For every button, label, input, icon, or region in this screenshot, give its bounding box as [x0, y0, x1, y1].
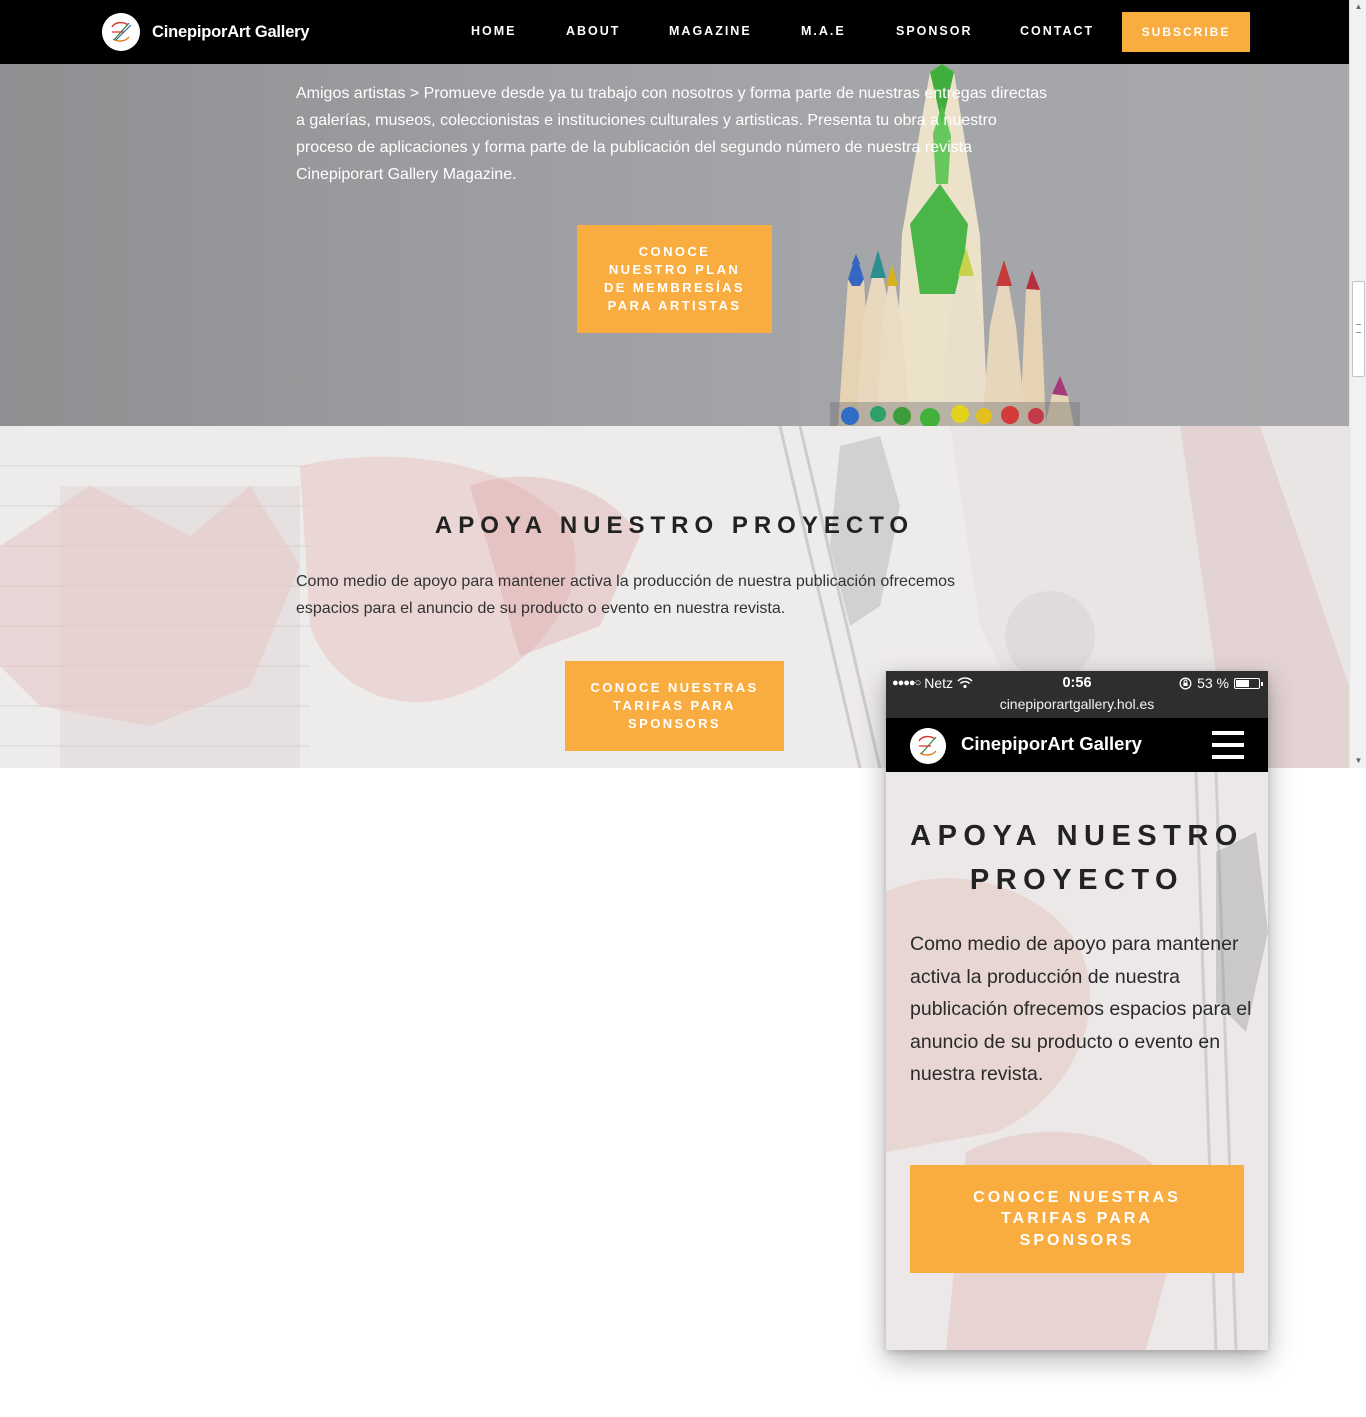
phone-status-bar: ●●●●○ Netz 0:56 53 % cinepiporartgallery…	[886, 671, 1268, 718]
phone-url-bar[interactable]: cinepiporartgallery.hol.es	[886, 696, 1268, 712]
scrollbar-thumb[interactable]	[1352, 281, 1365, 377]
membership-plan-button[interactable]: CONOCE NUESTRO PLAN DE MEMBRESÍAS PARA A…	[577, 225, 772, 333]
palette-logo-icon	[102, 13, 140, 51]
orientation-lock-icon	[1179, 677, 1192, 689]
sponsor-rates-button[interactable]: CONOCE NUESTRAS TARIFAS PARA SPONSORS	[565, 661, 784, 751]
scroll-up-arrow-icon[interactable]: ▲	[1350, 0, 1366, 14]
nav-home-link[interactable]: HOME	[471, 24, 517, 38]
phone-section-title: APOYA NUESTRO PROYECTO	[910, 820, 1244, 896]
support-section-title: APOYA NUESTRO PROYECTO	[434, 512, 915, 539]
hamburger-menu-icon[interactable]	[1212, 731, 1244, 759]
mobile-preview-mockup: ●●●●○ Netz 0:56 53 % cinepiporartgallery…	[886, 671, 1268, 1350]
palette-logo-icon[interactable]	[910, 728, 946, 764]
top-navigation-bar: CinepiporArt Gallery HOME ABOUT MAGAZINE…	[0, 0, 1349, 64]
scroll-down-arrow-icon[interactable]: ▼	[1350, 754, 1366, 768]
battery-status: 53 %	[1179, 675, 1263, 691]
support-description-text: Como medio de apoyo para mantener activa…	[296, 573, 956, 617]
phone-description-text: Como medio de apoyo para mantener activa…	[910, 933, 1252, 1085]
nav-contact-link[interactable]: CONTACT	[1020, 24, 1094, 38]
nav-mae-link[interactable]: M.A.E	[801, 24, 846, 38]
phone-brand-name[interactable]: CinepiporArt Gallery	[961, 733, 1142, 755]
nav-magazine-link[interactable]: MAGAZINE	[669, 24, 752, 38]
page-scrollbar[interactable]: ▲ ▼	[1349, 0, 1366, 768]
nav-sponsor-link[interactable]: SPONSOR	[896, 24, 973, 38]
nav-about-link[interactable]: ABOUT	[566, 24, 620, 38]
brand-link[interactable]: CinepiporArt Gallery	[102, 13, 310, 51]
subscribe-button[interactable]: SUBSCRIBE	[1122, 12, 1250, 52]
battery-icon	[1234, 677, 1263, 689]
phone-sponsor-rates-button[interactable]: CONOCE NUESTRAS TARIFAS PARA SPONSORS	[910, 1165, 1244, 1273]
phone-support-section: APOYA NUESTRO PROYECTO Como medio de apo…	[886, 772, 1268, 1350]
phone-site-header: CinepiporArt Gallery	[886, 718, 1268, 772]
artists-membership-section: Amigos artistas > Promueve desde ya tu t…	[0, 64, 1349, 426]
brand-name: CinepiporArt Gallery	[152, 22, 310, 41]
battery-percent: 53 %	[1197, 675, 1229, 691]
artists-intro-text: Amigos artistas > Promueve desde ya tu t…	[296, 85, 1048, 183]
